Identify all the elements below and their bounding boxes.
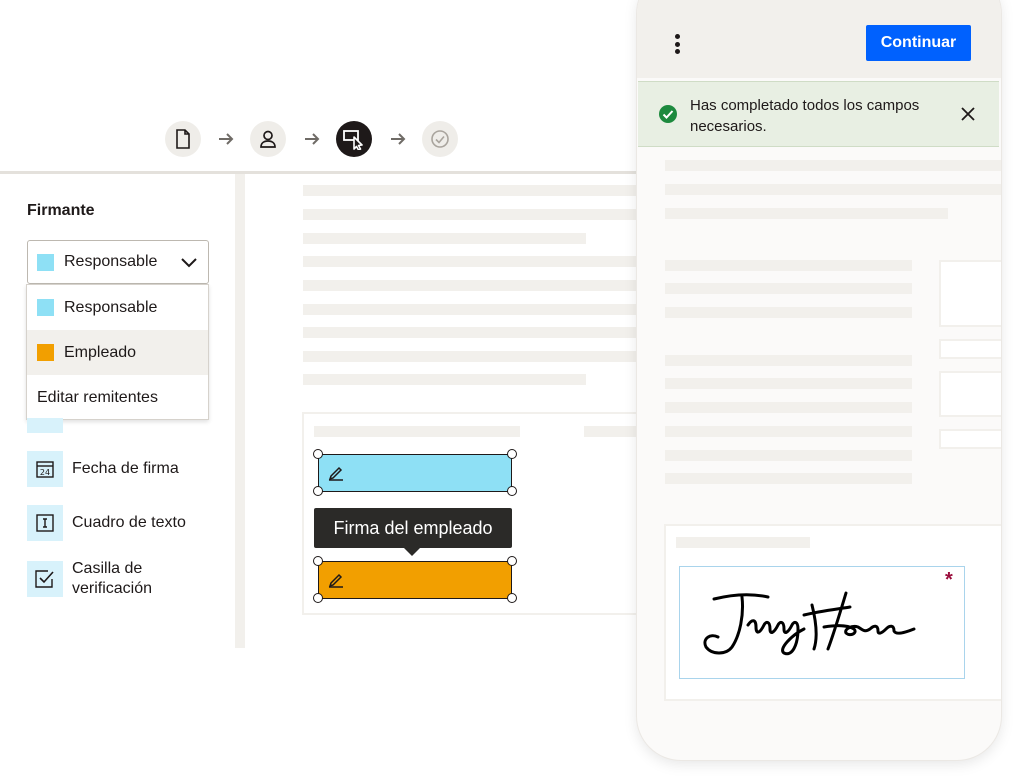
menu-item-responsable[interactable]: Responsable — [27, 285, 208, 330]
continue-button[interactable]: Continuar — [866, 25, 971, 61]
resize-handle[interactable] — [313, 449, 323, 459]
header-divider — [0, 171, 640, 174]
color-swatch — [37, 299, 54, 316]
check-circle-icon — [431, 130, 449, 148]
resize-handle[interactable] — [313, 486, 323, 496]
chevron-down-icon — [181, 258, 197, 268]
signer-select-value: Responsable — [64, 253, 158, 270]
form-field-box — [939, 371, 1001, 417]
menu-item-edit-senders[interactable]: Editar remitentes — [27, 375, 208, 420]
signature-input[interactable]: * — [679, 566, 965, 679]
svg-text:24: 24 — [40, 468, 50, 477]
menu-item-label: Empleado — [64, 343, 137, 361]
tool-label: Casilla de verificación — [72, 560, 153, 597]
menu-item-label: Responsable — [64, 298, 158, 316]
check-circle-icon — [659, 105, 677, 123]
handwritten-signature — [703, 591, 916, 656]
step-recipient[interactable] — [250, 121, 286, 157]
calendar-icon: 24 — [27, 451, 63, 487]
tool-icon-partial — [27, 418, 63, 433]
phone-mockup: Continuar Has completado todos los campo… — [637, 0, 1001, 760]
resize-handle[interactable] — [507, 449, 517, 459]
step-document[interactable] — [165, 121, 201, 157]
sidebar-divider — [235, 174, 245, 648]
required-marker: * — [945, 569, 953, 591]
tool-signature-date[interactable]: 24 Fecha de firma — [27, 451, 179, 487]
signer-dropdown-menu: Responsable Empleado Editar remitentes — [26, 284, 209, 420]
field-cursor-icon — [343, 130, 363, 150]
field-tooltip: Firma del empleado — [314, 508, 512, 548]
person-icon — [260, 130, 276, 148]
close-icon[interactable] — [960, 106, 976, 122]
arrow-right-icon — [219, 133, 234, 145]
form-field-box — [939, 339, 1001, 359]
document-icon — [176, 129, 190, 149]
resize-handle[interactable] — [507, 556, 517, 566]
tooltip-pointer — [403, 547, 421, 556]
resize-handle[interactable] — [507, 486, 517, 496]
resize-handle[interactable] — [507, 593, 517, 603]
signer-label: Firmante — [27, 202, 95, 219]
employee-signature-field[interactable] — [318, 561, 512, 599]
more-options-icon[interactable] — [673, 34, 681, 56]
banner-message: Has completado todos los campos necesari… — [690, 97, 920, 135]
manager-signature-field[interactable] — [318, 454, 512, 492]
arrow-right-icon — [305, 133, 320, 145]
success-banner: Has completado todos los campos necesari… — [638, 81, 999, 147]
arrow-right-icon — [391, 133, 406, 145]
step-fields[interactable] — [336, 121, 372, 157]
step-review[interactable] — [422, 121, 458, 157]
tool-text-box[interactable]: Cuadro de texto — [27, 505, 186, 541]
resize-handle[interactable] — [313, 593, 323, 603]
form-field-box — [939, 429, 1001, 449]
pen-icon — [328, 466, 343, 481]
resize-handle[interactable] — [313, 556, 323, 566]
tool-label: Cuadro de texto — [72, 514, 186, 531]
checkbox-icon — [27, 561, 63, 597]
signer-select[interactable]: Responsable — [27, 240, 209, 284]
pen-icon — [328, 573, 343, 588]
menu-item-empleado[interactable]: Empleado — [27, 330, 208, 375]
tool-label: Fecha de firma — [72, 460, 179, 477]
signer-color-swatch — [37, 253, 54, 271]
text-box-icon — [27, 505, 63, 541]
tool-checkbox[interactable]: Casilla de verificación — [27, 560, 152, 597]
color-swatch — [37, 344, 54, 361]
form-field-box — [939, 260, 1001, 327]
